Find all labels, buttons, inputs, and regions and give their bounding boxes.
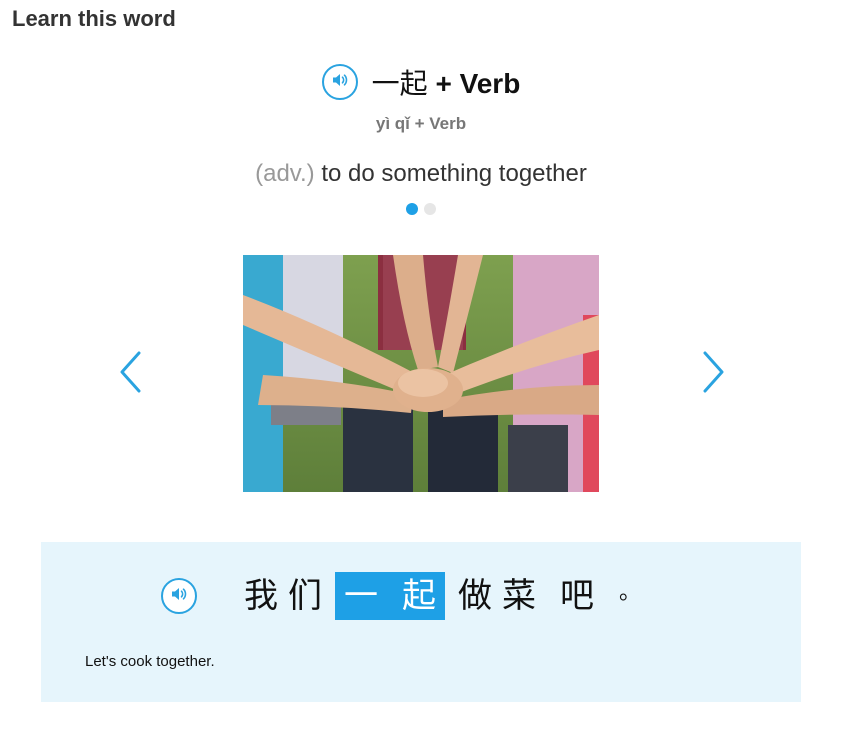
word-suffix: + Verb	[427, 68, 521, 99]
carousel-dot-2[interactable]	[424, 203, 436, 215]
sentence-char-highlighted[interactable]: 起	[397, 572, 441, 620]
sentence-char[interactable]: 做	[453, 572, 497, 620]
speaker-icon	[331, 71, 349, 94]
word-pinyin: yì qǐ + Verb	[375, 114, 467, 133]
carousel-dots	[0, 203, 842, 215]
speaker-icon	[170, 585, 188, 608]
page-title: Learn this word	[12, 6, 176, 31]
example-panel: 我 们 一 起 做 菜 吧 。 Let's cook together.	[41, 542, 801, 702]
sentence-char-highlighted[interactable]: 一	[339, 572, 383, 620]
sentence-char[interactable]: 吧	[555, 572, 599, 620]
sentence-char[interactable]: 我	[239, 572, 283, 620]
word-audio-button[interactable]	[321, 64, 358, 100]
sentence-translation: Let's cook together.	[85, 653, 215, 670]
chevron-right-icon	[701, 350, 727, 399]
word-definition: (adv.) to do something together	[0, 160, 842, 188]
sentence-char[interactable]: 菜	[497, 572, 541, 620]
sentence-period: 。	[619, 579, 642, 604]
word-row: 一起 + Verb	[0, 62, 842, 102]
highlighted-word[interactable]: 一 起	[335, 572, 445, 620]
definition-text: to do something together	[314, 160, 587, 187]
next-button[interactable]	[694, 350, 734, 398]
illustration-photo	[243, 255, 599, 492]
chevron-left-icon	[117, 350, 143, 399]
sentence-characters: 我 们 一 起 做 菜 吧 。	[239, 572, 641, 620]
carousel-dot-1[interactable]	[406, 203, 418, 215]
example-sentence: 我 们 一 起 做 菜 吧 。	[161, 572, 641, 620]
word-hanzi: 一起	[371, 67, 428, 100]
part-of-speech: (adv.)	[255, 160, 315, 187]
sentence-char[interactable]: 们	[283, 572, 327, 620]
previous-button[interactable]	[110, 350, 150, 398]
sentence-audio-button[interactable]	[161, 578, 197, 614]
word-title: 一起 + Verb	[372, 62, 521, 102]
hands-together-image	[243, 255, 599, 492]
